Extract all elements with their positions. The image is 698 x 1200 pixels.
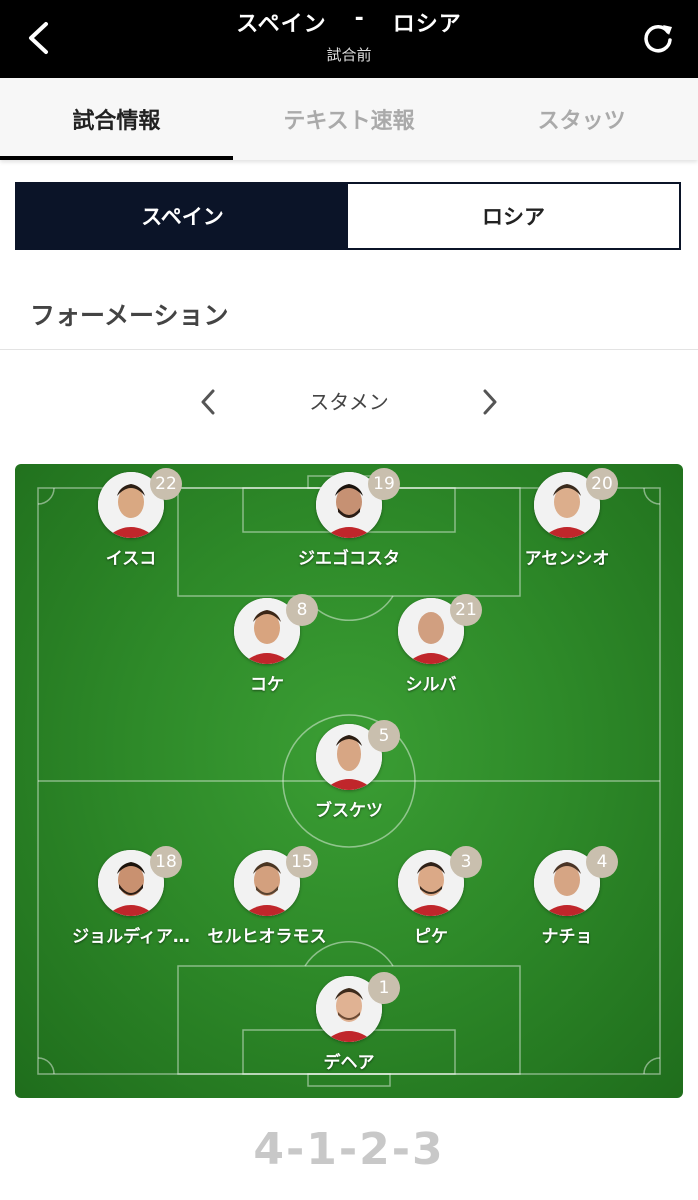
lineup-label: スタメン <box>309 390 389 414</box>
pitch: 22 イスコ 19 ジエゴコスタ 20 アセンシオ 8 コケ 21 シルバ 5 … <box>15 464 683 1098</box>
player-card[interactable]: 1 デヘア <box>274 972 424 1073</box>
player-card[interactable]: 19 ジエゴコスタ <box>274 468 424 569</box>
player-name: ジエゴコスタ <box>298 549 400 569</box>
match-title: スペイン - ロシア <box>0 6 698 38</box>
player-number-badge: 1 <box>368 972 400 1004</box>
player-avatar: 15 <box>234 846 318 916</box>
player-card[interactable]: 3 ピケ <box>356 846 506 947</box>
away-team-name: ロシア <box>392 12 462 37</box>
match-status: 試合前 <box>326 46 372 64</box>
player-name: イスコ <box>105 549 157 569</box>
player-name: ブスケツ <box>315 801 383 821</box>
player-name: ジョルディア… <box>72 927 190 947</box>
tab-bar: 試合情報 テキスト速報 スタッツ <box>0 78 698 160</box>
refresh-icon <box>644 24 672 53</box>
player-number-badge: 15 <box>286 846 318 878</box>
tab-live-text[interactable]: テキスト速報 <box>233 78 466 160</box>
formation-label: 4-1-2-3 <box>253 1124 445 1175</box>
player-number-badge: 19 <box>368 468 400 500</box>
player-avatar: 20 <box>534 468 618 538</box>
lineup-next-button[interactable] <box>472 384 508 420</box>
player-card[interactable]: 18 ジョルディア… <box>56 846 206 947</box>
player-avatar: 4 <box>534 846 618 916</box>
team-button-away[interactable]: ロシア <box>348 184 679 248</box>
player-number-badge: 5 <box>368 720 400 752</box>
player-card[interactable]: 21 シルバ <box>356 594 506 695</box>
top-bar: スペイン - ロシア 試合前 <box>0 0 698 78</box>
player-avatar: 8 <box>234 594 318 664</box>
player-number-badge: 22 <box>150 468 182 500</box>
player-card[interactable]: 5 ブスケツ <box>274 720 424 821</box>
player-avatar: 18 <box>98 846 182 916</box>
player-name: ナチョ <box>541 927 593 947</box>
player-card[interactable]: 15 セルヒオラモス <box>192 846 342 947</box>
player-avatar: 21 <box>398 594 482 664</box>
refresh-button[interactable] <box>636 16 680 60</box>
player-number-badge: 21 <box>450 594 482 626</box>
player-avatar: 1 <box>316 972 400 1042</box>
player-name: コケ <box>250 675 284 695</box>
player-number-badge: 20 <box>586 468 618 500</box>
player-number-badge: 18 <box>150 846 182 878</box>
player-name: デヘア <box>323 1053 375 1073</box>
section-title: フォーメーション <box>30 301 229 330</box>
player-avatar: 22 <box>98 468 182 538</box>
lineup-nav: スタメン <box>0 380 698 422</box>
player-card[interactable]: 4 ナチョ <box>492 846 642 947</box>
player-card[interactable]: 8 コケ <box>192 594 342 695</box>
player-card[interactable]: 20 アセンシオ <box>492 468 642 569</box>
tab-stats[interactable]: スタッツ <box>465 78 698 160</box>
player-name: シルバ <box>405 675 457 695</box>
player-avatar: 5 <box>316 720 400 790</box>
player-name: ピケ <box>414 927 448 947</box>
player-avatar: 19 <box>316 468 400 538</box>
player-number-badge: 4 <box>586 846 618 878</box>
score-separator: - <box>354 6 365 31</box>
player-avatar: 3 <box>398 846 482 916</box>
home-team-name: スペイン <box>236 12 327 37</box>
section-divider <box>0 349 698 350</box>
player-name: セルヒオラモス <box>207 927 327 947</box>
player-card[interactable]: 22 イスコ <box>56 468 206 569</box>
team-button-home[interactable]: スペイン <box>17 184 348 248</box>
player-name: アセンシオ <box>524 549 610 569</box>
tab-match-info[interactable]: 試合情報 <box>0 78 233 160</box>
team-toggle: スペイン ロシア <box>15 182 681 250</box>
player-number-badge: 8 <box>286 594 318 626</box>
chevron-right-icon <box>483 389 497 415</box>
player-number-badge: 3 <box>450 846 482 878</box>
